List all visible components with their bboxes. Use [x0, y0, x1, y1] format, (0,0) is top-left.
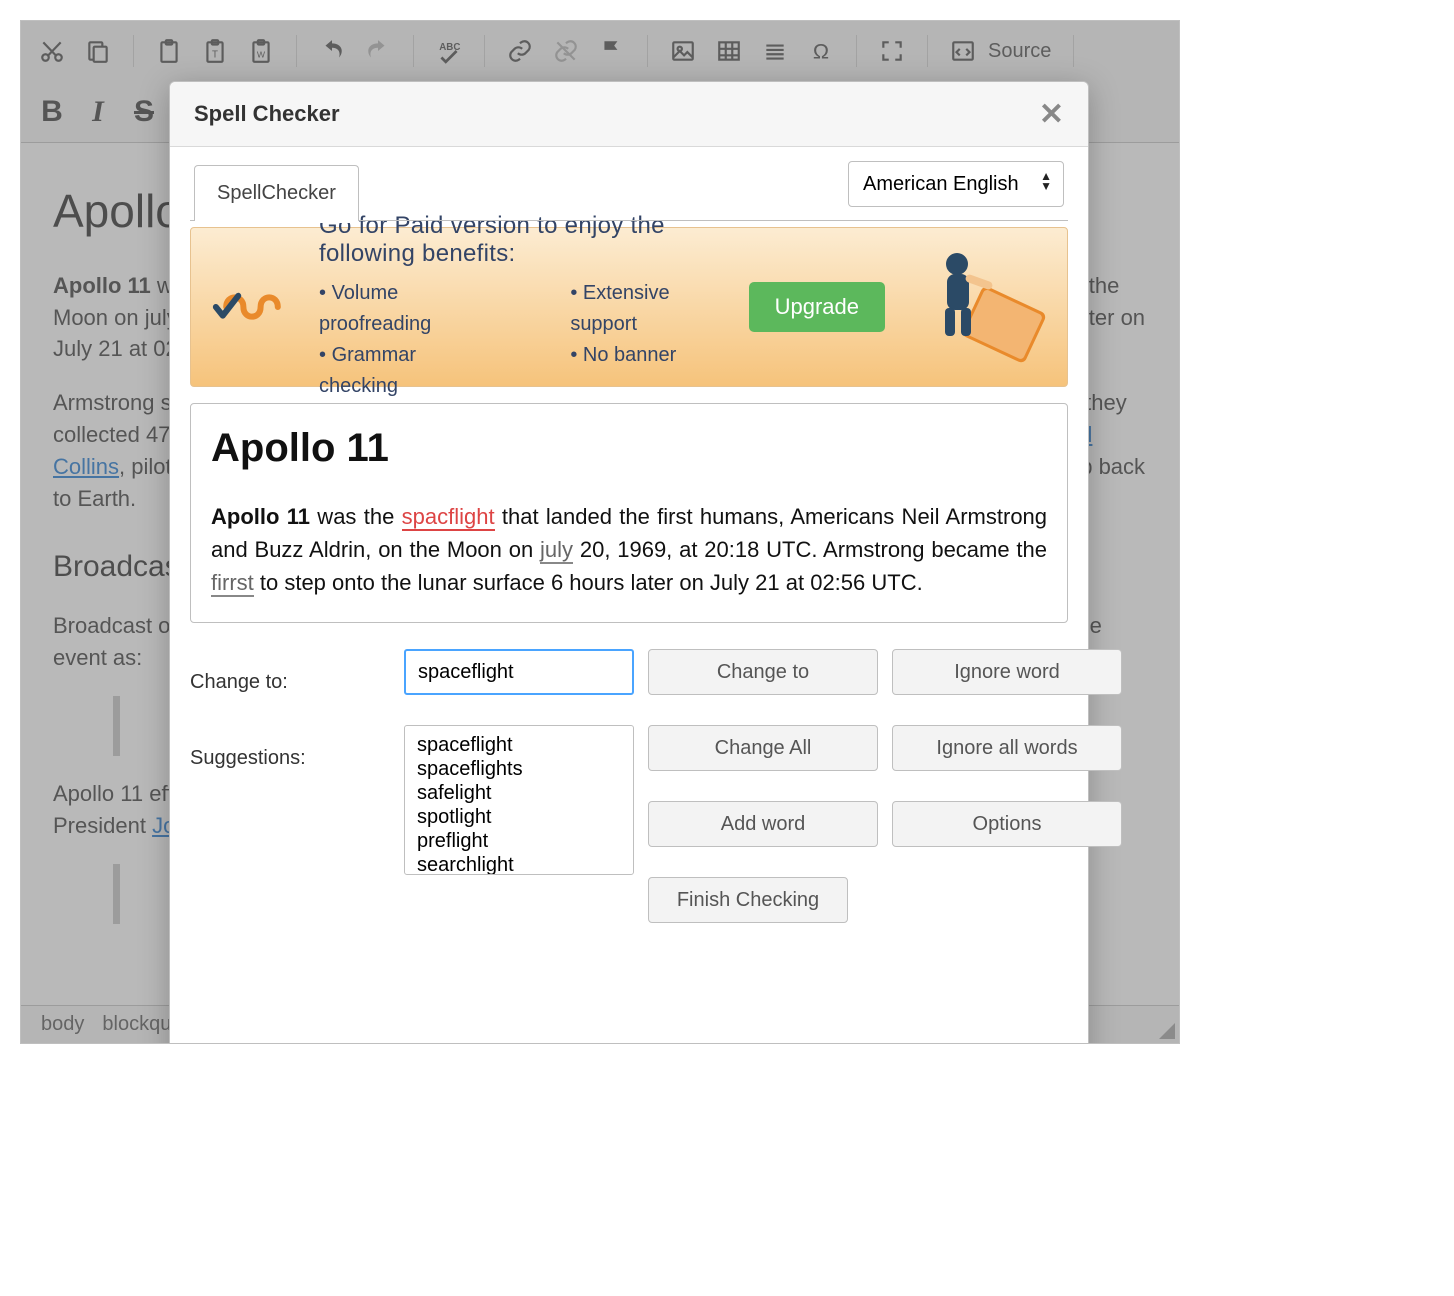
suggestions-label: Suggestions: — [190, 747, 390, 770]
banner-logo-icon — [209, 275, 295, 339]
close-icon: ✕ — [1039, 98, 1064, 131]
preview-title: Apollo 11 — [211, 418, 1047, 478]
editor-frame: T W ABC Ω Source B — [20, 20, 1180, 1044]
upgrade-button[interactable]: Upgrade — [749, 282, 885, 332]
banner-bullet: No banner — [570, 340, 724, 371]
spellcheck-preview[interactable]: Apollo 11 Apollo 11 was the spacflight t… — [190, 403, 1068, 623]
suggestion-item[interactable]: spaceflight — [417, 733, 621, 757]
banner-bullet: Volume proofreading — [319, 278, 496, 340]
banner-bullet: Extensive support — [570, 278, 724, 340]
dialog-header[interactable]: Spell Checker ✕ — [170, 82, 1088, 147]
change-to-label: Change to: — [190, 671, 390, 694]
preview-paragraph: Apollo 11 was the spacflight that landed… — [211, 500, 1047, 599]
misspelling[interactable]: july — [540, 537, 573, 564]
suggestion-item[interactable]: preflight — [417, 829, 621, 853]
language-select[interactable]: American English — [848, 161, 1064, 207]
finish-checking-button[interactable]: Finish Checking — [648, 877, 848, 923]
suggestion-item[interactable]: spaceflights — [417, 757, 621, 781]
suggestion-item[interactable]: searchlight — [417, 853, 621, 875]
misspelling-active[interactable]: spacflight — [402, 504, 495, 531]
close-button[interactable]: ✕ — [1039, 97, 1064, 132]
tab-spellchecker[interactable]: SpellChecker — [194, 165, 359, 221]
change-all-button[interactable]: Change All — [648, 725, 878, 771]
suggestions-list[interactable]: spaceflight spaceflights safelight spotl… — [404, 725, 634, 875]
upgrade-banner: Go for Paid version to enjoy the followi… — [190, 227, 1068, 387]
spellcheck-dialog: Spell Checker ✕ SpellChecker American En… — [169, 81, 1089, 1044]
change-to-button[interactable]: Change to — [648, 649, 878, 695]
change-to-input[interactable] — [404, 649, 634, 695]
suggestion-item[interactable]: spotlight — [417, 805, 621, 829]
banner-bullet: Grammar checking — [319, 340, 496, 402]
options-button[interactable]: Options — [892, 801, 1122, 847]
ignore-all-button[interactable]: Ignore all words — [892, 725, 1122, 771]
suggestion-item[interactable]: safelight — [417, 781, 621, 805]
banner-illustration-icon — [909, 242, 1049, 372]
add-word-button[interactable]: Add word — [648, 801, 878, 847]
ignore-word-button[interactable]: Ignore word — [892, 649, 1122, 695]
misspelling[interactable]: firrst — [211, 570, 254, 597]
dialog-title: Spell Checker — [194, 101, 340, 127]
